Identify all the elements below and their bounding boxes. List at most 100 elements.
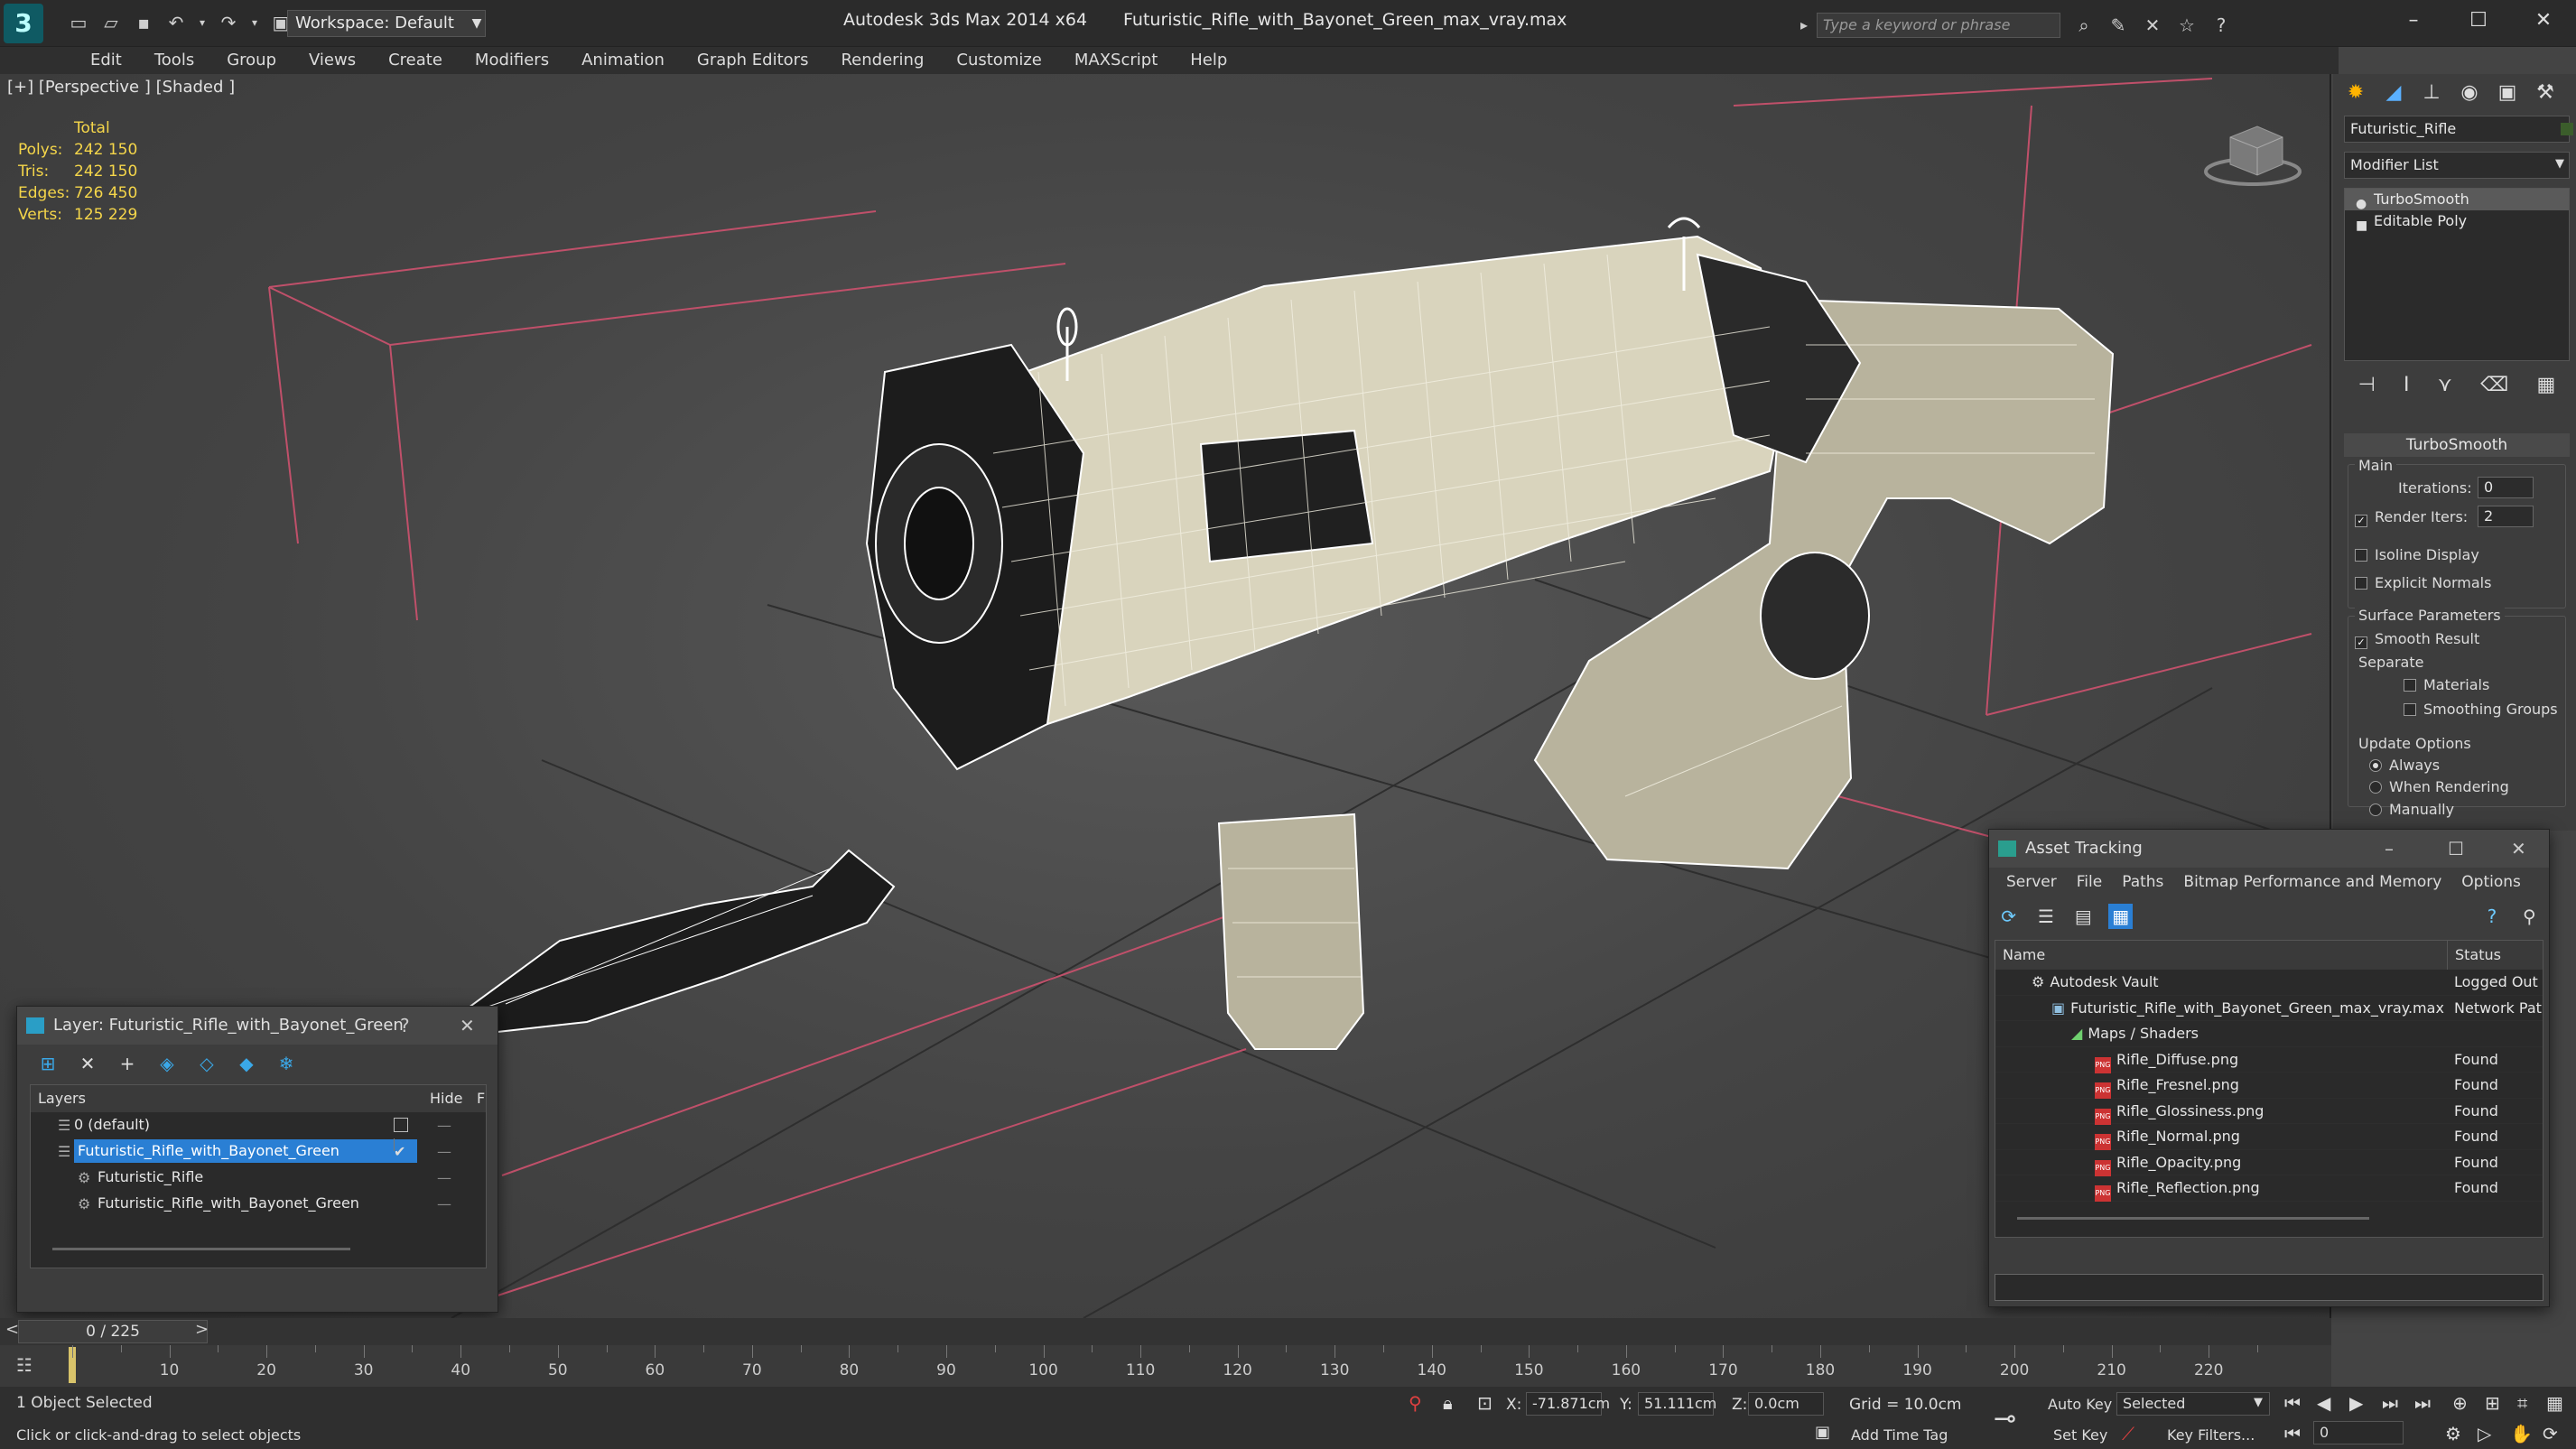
asset-row[interactable]: ▣ Futuristic_Rifle_with_Bayonet_Green_max…	[1995, 996, 2543, 1021]
hierarchy-tab-icon[interactable]: ⊥	[2414, 78, 2449, 108]
layer-window-titlebar[interactable]: Layer: Futuristic_Rifle_with_Bayonet_Gre…	[17, 1007, 498, 1045]
app-logo-button[interactable]: 3	[4, 4, 43, 43]
key-icon[interactable]: ⊸	[1994, 1403, 2016, 1435]
asset-row[interactable]: ◢ Maps / Shaders	[1995, 1021, 2543, 1047]
menu-group[interactable]: Group	[210, 47, 293, 74]
delete-layer-icon[interactable]: ✕	[75, 1052, 100, 1075]
time-tag-icon[interactable]: ▣	[1815, 1423, 1830, 1442]
menu-create[interactable]: Create	[372, 47, 459, 74]
viewport-label[interactable]: [+] [Perspective ] [Shaded ]	[7, 78, 235, 97]
layer-object-row[interactable]: ⚙ Futuristic_Rifle_with_Bayonet_Green —	[31, 1191, 486, 1217]
workspace-dropdown[interactable]: Workspace: Default	[287, 10, 486, 37]
open-file-icon[interactable]: ▱	[99, 11, 123, 34]
asset-row[interactable]: PNG Rifle_Normal.png Found	[1995, 1124, 2543, 1150]
menu-paths[interactable]: Paths	[2112, 868, 2173, 896]
horizontal-scrollbar[interactable]	[52, 1248, 350, 1250]
asset-tracking-titlebar[interactable]: Asset Tracking – ☐ ✕	[1989, 830, 2549, 868]
utilities-tab-icon[interactable]: ⚒	[2528, 78, 2562, 108]
layer-row[interactable]: ☰ 0 (default) —	[31, 1112, 486, 1138]
new-file-icon[interactable]: ▭	[67, 11, 90, 34]
column-name[interactable]: Name	[2003, 941, 2045, 970]
zoom-extents-icon[interactable]: ⌗	[2517, 1392, 2527, 1414]
menu-rendering[interactable]: Rendering	[824, 47, 940, 74]
materials-checkbox[interactable]: Materials	[2404, 676, 2489, 693]
go-to-start-icon[interactable]: ⏮	[2284, 1392, 2301, 1414]
menu-edit[interactable]: Edit	[74, 47, 138, 74]
track-bar[interactable]: ☷ 10 20 30 40 50 60 70 80 90 100 110 120 130 140 150 16…	[0, 1345, 2331, 1387]
column-status[interactable]: Status	[2447, 941, 2501, 970]
asset-path-field[interactable]	[1995, 1274, 2543, 1301]
minimize-icon[interactable]: –	[2385, 830, 2394, 868]
zoom-all-icon[interactable]: ⊞	[2485, 1392, 2500, 1414]
help-icon[interactable]: ?	[2479, 904, 2504, 929]
auto-key-button[interactable]: Auto Key	[2048, 1396, 2112, 1413]
go-to-end-icon[interactable]: ⏭	[2414, 1392, 2431, 1414]
freeze-all-icon[interactable]: ❄	[274, 1052, 299, 1075]
list-view-icon[interactable]: ☰	[2033, 904, 2058, 929]
column-layers[interactable]: Layers	[38, 1085, 86, 1112]
horizontal-scrollbar[interactable]	[2017, 1217, 2369, 1220]
pin-stack-icon[interactable]: ⊣	[2358, 374, 2376, 396]
menu-options[interactable]: Options	[2451, 868, 2531, 896]
menu-bitmap-performance[interactable]: Bitmap Performance and Memory	[2173, 868, 2451, 896]
modifier-list-dropdown[interactable]: Modifier List	[2344, 152, 2570, 179]
render-iters-spinner[interactable]: 2	[2478, 506, 2534, 527]
isolate-icon[interactable]: ⚲	[1409, 1392, 1422, 1414]
isoline-display-checkbox[interactable]: Isoline Display	[2355, 546, 2479, 563]
menu-graph-editors[interactable]: Graph Editors	[681, 47, 825, 74]
previous-key-icon[interactable]: ◀︎	[2317, 1392, 2330, 1414]
search-expand-icon[interactable]: ▸	[1800, 13, 1808, 38]
menu-modifiers[interactable]: Modifiers	[459, 47, 565, 74]
y-coordinate-field[interactable]: 51.111cm	[1638, 1392, 1716, 1416]
create-tab-icon[interactable]: ✹	[2339, 78, 2373, 108]
undo-dropdown-icon[interactable]: ▾	[197, 11, 208, 34]
smoothing-groups-checkbox[interactable]: Smoothing Groups	[2404, 701, 2558, 718]
radio-selected[interactable]	[2369, 759, 2382, 772]
object-color-swatch[interactable]	[2561, 123, 2573, 135]
field-of-view-icon[interactable]: ▷	[2478, 1423, 2491, 1444]
chevron-down-icon[interactable]: ▼	[2555, 157, 2564, 171]
asset-row[interactable]: PNG Rifle_Opacity.png Found	[1995, 1150, 2543, 1176]
menu-customize[interactable]: Customize	[940, 47, 1057, 74]
when-rendering-radio[interactable]: When Rendering	[2369, 778, 2509, 795]
hide-all-icon[interactable]: ◆	[234, 1052, 259, 1075]
zoom-extents-all-icon[interactable]: ▦	[2546, 1392, 2563, 1414]
hide-toggle[interactable]: —	[437, 1165, 451, 1191]
always-radio[interactable]: Always	[2369, 757, 2440, 774]
menu-maxscript[interactable]: MAXScript	[1058, 47, 1174, 74]
lock-icon[interactable]: 🔒︎	[1443, 1392, 1453, 1414]
selection-set-dropdown[interactable]: Selected	[2116, 1392, 2270, 1416]
key-mode-icon[interactable]: ⏮	[2284, 1423, 2301, 1444]
manually-radio[interactable]: Manually	[2369, 801, 2454, 818]
next-key-icon[interactable]: ⏭	[2382, 1392, 2398, 1414]
turbosmooth-rollout-header[interactable]: TurboSmooth	[2344, 433, 2570, 457]
check-icon[interactable]: ✔	[394, 1138, 405, 1160]
configure-sets-icon[interactable]: ▦	[2537, 374, 2556, 396]
pin-icon[interactable]: ⚲	[2517, 904, 2542, 929]
chevron-down-icon[interactable]: ▼	[468, 10, 486, 37]
menu-tools[interactable]: Tools	[138, 47, 210, 74]
stack-item-turbosmooth[interactable]: ● TurboSmooth	[2345, 189, 2569, 211]
zoom-icon[interactable]: ⊕	[2452, 1392, 2468, 1414]
menu-help[interactable]: Help	[1174, 47, 1243, 74]
x-coordinate-field[interactable]: -71.871cm	[1526, 1392, 1610, 1416]
pan-icon[interactable]: ✋	[2510, 1423, 2533, 1444]
render-iters-checkbox[interactable]: ✓ Render Iters:	[2355, 508, 2468, 527]
layer-object-row[interactable]: ⚙ Futuristic_Rifle —	[31, 1165, 486, 1191]
column-hide[interactable]: Hide	[430, 1085, 462, 1112]
checkbox-unchecked[interactable]	[2404, 703, 2416, 716]
layer-row-selected[interactable]: ☰ Futuristic_Rifle_with_Bayonet_Green ✔ …	[31, 1138, 486, 1165]
maximize-icon[interactable]: ☐	[2446, 5, 2511, 36]
hide-toggle[interactable]: —	[437, 1191, 451, 1217]
menu-server[interactable]: Server	[1996, 868, 2067, 896]
play-icon[interactable]: ▶︎	[2349, 1392, 2363, 1414]
redo-dropdown-icon[interactable]: ▾	[249, 11, 260, 34]
close-icon[interactable]: ✕	[460, 1007, 475, 1045]
add-time-tag-button[interactable]: Add Time Tag	[1851, 1426, 1948, 1444]
maximize-icon[interactable]: ☐	[2448, 830, 2464, 868]
redo-icon[interactable]: ↷	[217, 11, 240, 34]
make-unique-icon[interactable]: ⋎	[2438, 374, 2452, 396]
z-coordinate-field[interactable]: 0.0cm	[1748, 1392, 1824, 1416]
orbit-icon[interactable]: ⟳	[2543, 1423, 2558, 1444]
checkbox-checked[interactable]: ✓	[2355, 636, 2367, 649]
